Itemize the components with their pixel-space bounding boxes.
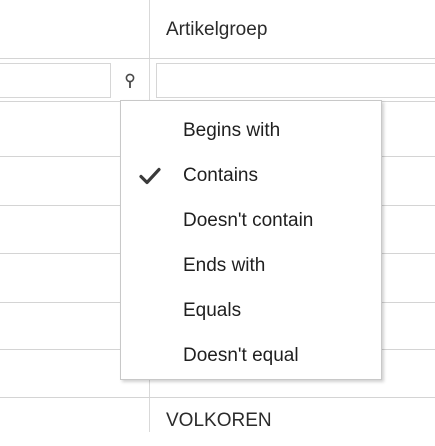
menu-item-label: Doesn't equal [183, 345, 299, 366]
menu-item-equals[interactable]: Equals [121, 289, 381, 333]
column-header-artikelgroep[interactable]: Artikelgroep [150, 0, 435, 60]
filter-input-artikelgroep[interactable] [156, 63, 435, 98]
menu-item-label: Begins with [183, 120, 281, 141]
checkmark-icon [137, 163, 163, 189]
menu-item-label: Doesn't contain [183, 210, 314, 231]
column-header-label: Artikelgroep [166, 19, 268, 40]
menu-item-ends-with[interactable]: Ends with [121, 244, 381, 288]
menu-item-label: Contains [183, 165, 258, 186]
menu-item-label: Equals [183, 300, 242, 321]
filter-condition-button[interactable] [115, 64, 145, 97]
menu-item-doesnt-contain[interactable]: Doesn't contain [121, 199, 381, 243]
header-divider [0, 58, 435, 59]
menu-item-contains[interactable]: Contains [121, 154, 381, 198]
cell-artikelgroep: VOLKOREN [166, 410, 272, 431]
menu-item-doesnt-equal[interactable]: Doesn't equal [121, 334, 381, 378]
filter-condition-menu: Begins with Contains Doesn't contain End… [120, 100, 382, 380]
menu-item-label: Ends with [183, 255, 266, 276]
funnel-pin-icon [125, 73, 135, 88]
filter-input-left[interactable] [0, 63, 111, 98]
table-row[interactable]: VOLKOREN [0, 398, 435, 446]
menu-item-begins-with[interactable]: Begins with [121, 109, 381, 153]
